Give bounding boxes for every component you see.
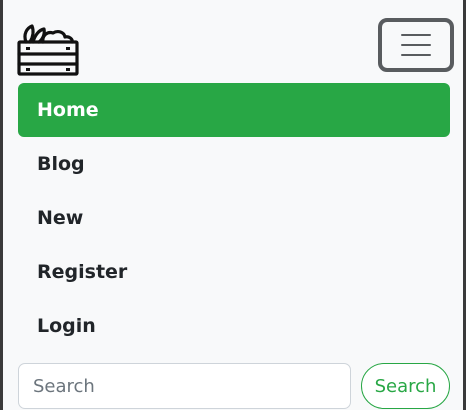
nav-link-blog[interactable]: Blog xyxy=(18,137,450,191)
hamburger-menu-icon xyxy=(401,34,431,56)
search-input[interactable] xyxy=(18,363,351,409)
nav-link-register[interactable]: Register xyxy=(18,245,450,299)
nav-item-blog: Blog xyxy=(18,137,450,191)
search-button[interactable]: Search xyxy=(361,363,450,409)
nav-item-login: Login xyxy=(18,299,450,353)
nav-item-register: Register xyxy=(18,245,450,299)
nav-item-new: New xyxy=(18,191,450,245)
navbar: Home Blog New Register Login Search xyxy=(0,0,466,410)
brand-logo[interactable] xyxy=(16,20,80,78)
navbar-toggler-button[interactable] xyxy=(378,18,454,72)
window-edge-left xyxy=(0,0,3,410)
nav-menu: Home Blog New Register Login xyxy=(18,83,450,353)
nav-link-home[interactable]: Home xyxy=(18,83,450,137)
nav-item-home: Home xyxy=(18,83,450,137)
nav-link-login[interactable]: Login xyxy=(18,299,450,353)
nav-link-new[interactable]: New xyxy=(18,191,450,245)
produce-crate-icon xyxy=(17,24,79,76)
